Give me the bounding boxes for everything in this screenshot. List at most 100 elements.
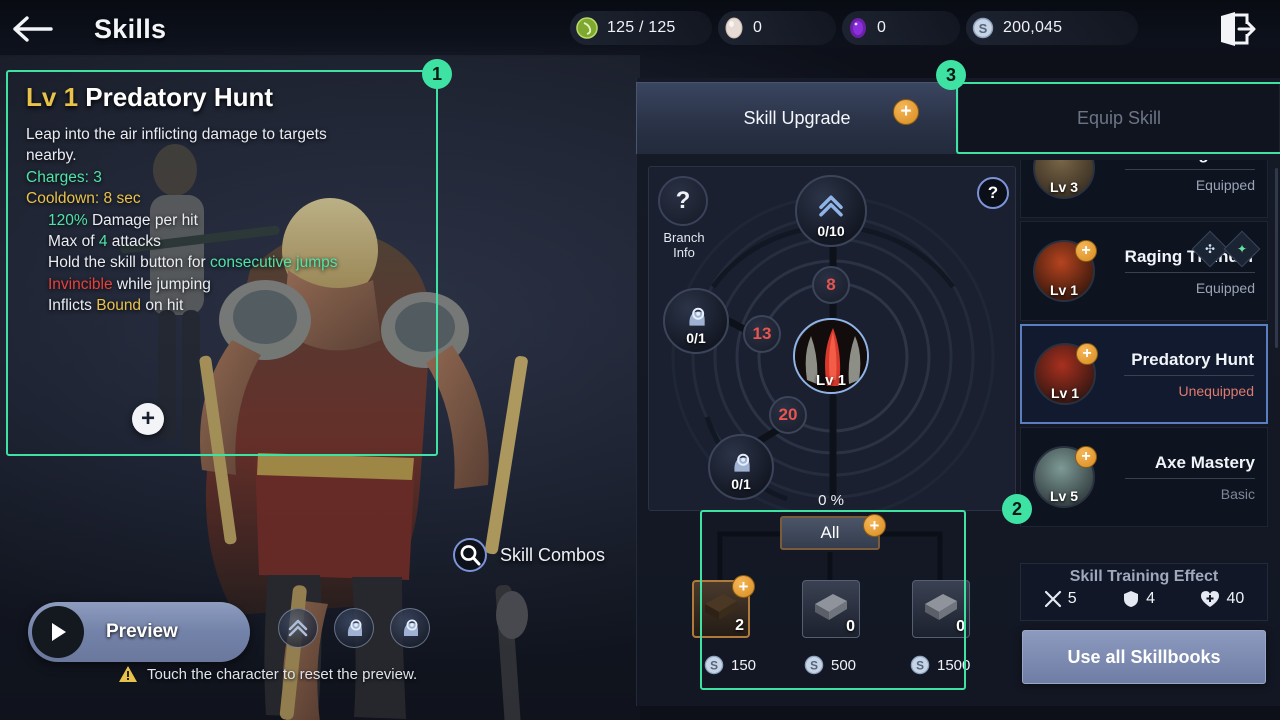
skillbook-price-rare-value: 1500 [937,656,971,674]
use-all-skillbooks-button[interactable]: Use all Skillbooks [1022,630,1266,684]
help-button[interactable]: ? [977,177,1009,209]
wheel-node-bottom-left-value: 0/1 [731,476,751,492]
skillbook-item-advanced[interactable]: 0 [802,580,860,638]
skill-effect-prefix: Hold the skill button for [48,254,210,272]
skill-training-effect-panel: Skill Training Effect 5 4 40 [1020,563,1268,621]
mini-skill-focus-2[interactable] [390,608,430,648]
plus-icon[interactable]: + [1076,343,1098,365]
skill-effect-prefix: Max of [48,232,99,250]
wheel-node-left[interactable]: 0/1 [663,288,729,354]
tag-burst-icon: ✦ [1223,230,1261,268]
plus-icon[interactable]: + [863,514,886,537]
plus-icon[interactable]: + [1075,240,1097,262]
currency-gem-value: 0 [877,19,887,36]
skill-effect-prefix: Inflicts [48,297,97,314]
skill-icon-predatory-hunt: Lv 1 + [1034,343,1098,405]
skill-status-raging-thunder: Equipped [1195,279,1255,296]
skill-list-row-axe-mastery[interactable]: Lv 5 + Axe Mastery Basic [1020,427,1268,527]
skill-level-axe-mastery: Lv 5 [1049,488,1078,504]
wheel-node-bottom-left[interactable]: 0/1 [708,434,774,500]
preview-hint: Touch the character to reset the preview… [118,665,417,683]
skill-effect-value: Bound [96,297,142,314]
svg-text:S: S [979,21,988,36]
currency-bar: 125 / 125 0 0 S 200,045 [570,11,1144,45]
skill-name-predatory-hunt: Predatory Hunt [1124,350,1254,376]
skill-icon-axe-mastery: Lv 5 + [1033,446,1097,508]
tab-equip-skill[interactable]: Equip Skill [958,82,1280,154]
svg-text:S: S [710,659,718,673]
tab-skill-upgrade-label: Skill Upgrade [743,108,851,128]
page-title: Skills [94,13,167,44]
currency-stamina[interactable]: 125 / 125 [570,11,712,45]
plus-icon[interactable]: + [1075,446,1097,468]
skillbook-price-advanced: S 500 [804,655,856,675]
training-stat-defense: 4 [1122,590,1155,608]
skill-effect-row: Invincible while jumping [26,274,420,295]
swords-icon [1044,590,1061,608]
preview-button[interactable]: Preview [28,602,250,662]
double-chevron-up-icon [288,619,308,637]
tab-skill-upgrade[interactable]: Skill Upgrade + [636,82,958,154]
skills-screen: Skills 125 / 125 0 0 S 200,045 Lv 1 Pred… [0,0,1280,720]
currency-pearl[interactable]: 0 [718,11,836,45]
skillbook-all-button[interactable]: All + [780,514,886,550]
highlight-badge-3: 3 [936,60,966,90]
skill-icon-raging-thunder: Lv 1 + [1033,240,1097,302]
skill-level-falling-rock: Lv 3 [1049,179,1078,195]
skill-level-predatory-hunt: Lv 1 [1050,385,1079,401]
skill-level-label: Lv 1 [26,82,79,112]
currency-stamina-value: 125 / 125 [607,19,676,36]
skill-effect-text: while jumping [112,275,211,293]
skill-list-row-falling-rock[interactable]: Lv 3 Falling Rock Equipped [1020,160,1268,218]
warning-icon [119,666,137,682]
skillbook-item-basic[interactable]: 2 + [692,575,755,638]
skill-effect-value: consecutive jumps [209,254,338,272]
currency-gem[interactable]: 0 [842,11,960,45]
silver-coin-icon: S [972,17,994,39]
skill-list-row-raging-thunder[interactable]: Lv 1 + ✣ ✦ Raging Thunder Equipped [1020,221,1268,321]
skill-title: Lv 1 Predatory Hunt [26,82,420,113]
expand-description-button[interactable]: + [132,403,164,435]
svg-text:S: S [916,659,924,673]
exit-button[interactable] [1214,8,1258,50]
wheel-center-node[interactable]: Lv 1 [793,318,869,394]
plus-icon[interactable]: + [893,99,919,125]
back-button[interactable] [0,0,64,58]
mini-skill-chevron[interactable] [278,608,318,648]
preview-hint-text: Touch the character to reset the preview… [147,665,418,683]
stamina-leaf-icon [576,17,598,39]
skill-cooldown-label: Cooldown: 8 sec [26,190,141,208]
skillbook-purchase-panel: All + 2 + 0 0 S 150 S 500 S 1500 [692,512,970,692]
mini-skill-focus-1[interactable] [334,608,374,648]
skill-list[interactable]: Lv 3 Falling Rock Equipped Lv 1 + ✣ ✦ Ra… [1020,160,1268,560]
silver-coin-icon: S [704,655,724,675]
skill-description-panel: Lv 1 Predatory Hunt Leap into the air in… [8,68,438,456]
skill-combos-button[interactable]: Skill Combos [452,537,605,573]
silver-coin-icon: S [804,655,824,675]
skillbook-item-basic-qty: 2 [735,617,744,634]
skill-list-row-predatory-hunt[interactable]: Lv 1 + Predatory Hunt Unequipped [1020,324,1268,424]
wheel-progress-percent: 0 % [818,492,844,509]
skill-status-axe-mastery: Basic [1220,485,1255,502]
pearl-icon [725,17,743,39]
preview-label: Preview [106,621,178,642]
skillbook-item-rare[interactable]: 0 [912,580,970,638]
wheel-node-left-value: 0/1 [686,330,706,346]
play-icon [52,623,66,641]
plus-icon[interactable]: + [732,575,755,598]
branch-info-button[interactable]: ? Branch Info [658,176,710,261]
training-stat-attack: 5 [1044,590,1077,608]
branch-info-label-1: Branch [663,230,705,245]
skill-status-predatory-hunt: Unequipped [1178,382,1254,399]
skill-list-scrollbar[interactable] [1275,168,1278,348]
svg-text:S: S [810,659,818,673]
skill-name-falling-rock: Falling Rock [1125,160,1255,170]
skillbook-price-basic-value: 150 [731,656,757,674]
branch-info-label-2: Info [673,245,695,261]
skillbook-all-label: All [820,523,840,542]
currency-silver[interactable]: S 200,045 [966,11,1138,45]
wheel-node-top[interactable]: 0/10 [795,175,867,247]
training-stat-health: 40 [1200,590,1244,608]
grey-book-icon [815,594,847,620]
skill-effect-row: Max of 4 attacks [26,231,420,252]
